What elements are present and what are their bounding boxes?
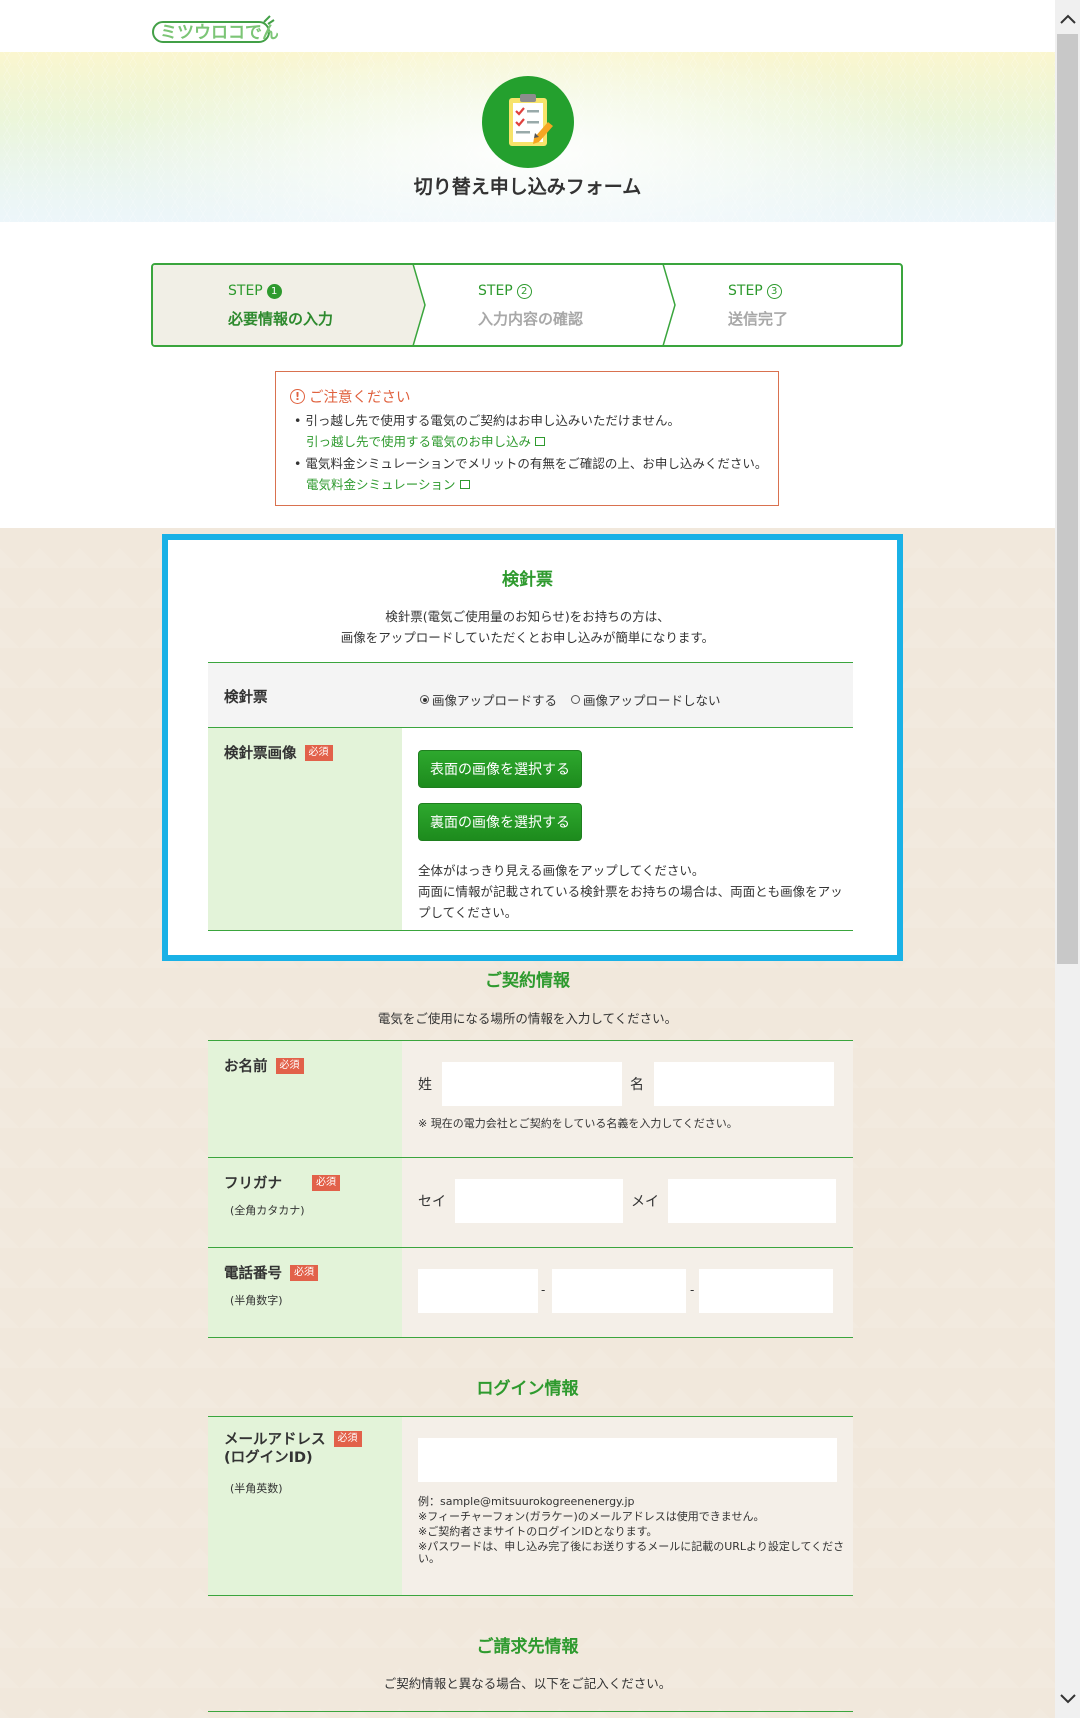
step-1: STEP 1 必要情報の入力 (153, 265, 413, 345)
step-3-title: 送信完了 (728, 310, 789, 328)
phone-dash: - (541, 1283, 546, 1297)
sei-input[interactable] (455, 1179, 623, 1223)
radio-unchecked-icon (571, 695, 580, 704)
phone-dash: - (690, 1283, 695, 1297)
logo-mark-icon: ミツウロコでんき (152, 15, 278, 43)
name-label: お名前 (224, 1059, 268, 1075)
scrollbar-thumb[interactable] (1057, 34, 1078, 964)
notice-item-1: • 引っ越し先で使用する電気のご契約はお申し込みいただけません。 (294, 413, 680, 428)
meter-image-label: 検針票画像 (224, 746, 297, 762)
email-input[interactable] (418, 1438, 837, 1482)
login-section-title: ログイン情報 (476, 1379, 579, 1399)
radio-checked-icon (420, 695, 429, 704)
notice-box: ! ご注意ください • 引っ越し先で使用する電気のご契約はお申し込みいただけません… (275, 371, 779, 506)
name-note: ※ 現在の電力会社とご契約をしている名義を入力してください。 (418, 1117, 738, 1130)
meter-note: 全体がはっきり見える画像をアップしてください。 両面に情報が記載されている検針票を… (418, 863, 843, 920)
form-title: 切り替え申し込みフォーム (413, 176, 642, 198)
divider (208, 1337, 853, 1338)
moving-application-link[interactable]: 引っ越し先で使用する電気のお申し込み (306, 431, 546, 450)
email-label-cell: メールアドレス (ログインID) 必須 (半角英数) (208, 1417, 402, 1595)
first-name-input[interactable] (654, 1062, 834, 1106)
meter-row-label: 検針票 (224, 690, 268, 706)
notice-item-2: • 電気料金シミュレーションでメリットの有無をご確認の上、お申し込みください。 (294, 456, 768, 471)
last-name-input[interactable] (442, 1062, 622, 1106)
required-badge: 必須 (275, 1057, 304, 1074)
sei-label: セイ (418, 1194, 446, 1210)
phone-input-1[interactable] (418, 1269, 538, 1313)
radio-no-upload[interactable]: 画像アップロードしない (571, 690, 721, 709)
divider (208, 1711, 853, 1712)
phone-sub-label: (半角数字) (230, 1294, 283, 1307)
step-2: STEP 2 入力内容の確認 (478, 265, 678, 345)
page-viewport: ミツウロコでんき 切り替え申し込みフォーム STEP1 必要情報の入力 (0, 0, 1055, 1718)
warning-icon: ! (290, 389, 305, 404)
meter-image-label-cell: 検針票画像 必須 (208, 728, 402, 930)
email-label: メールアドレス (224, 1432, 326, 1448)
kana-label: フリガナ (224, 1176, 282, 1192)
step-3-label: STEP (728, 283, 763, 299)
kana-label-cell: フリガナ 必須 (全角カタカナ) (208, 1158, 402, 1247)
step-1-number: 1 (266, 283, 282, 299)
required-badge: 必須 (304, 744, 333, 761)
email-label-login-id: (ログインID) (224, 1450, 313, 1466)
mei-label: メイ (631, 1194, 659, 1210)
step-2-label: STEP (478, 283, 513, 299)
billing-section-title: ご請求先情報 (476, 1637, 579, 1657)
name-label-cell: お名前 必須 (208, 1041, 402, 1157)
simulation-link[interactable]: 電気料金シミュレーション (306, 474, 470, 493)
required-badge: 必須 (333, 1431, 362, 1447)
logo-text: ミツウロコでんき (160, 23, 278, 43)
email-sub-label: (半角英数) (230, 1482, 283, 1495)
contract-desc: 電気をご使用になる場所の情報を入力してください。 (377, 1011, 678, 1026)
required-badge: 必須 (312, 1174, 340, 1191)
phone-input-3[interactable] (699, 1269, 833, 1313)
step-3: STEP 3 送信完了 (728, 265, 898, 345)
step-indicator: STEP 1 必要情報の入力 STEP 2 入力内容の確認 STEP 3 送信完了 (151, 263, 903, 347)
back-image-button[interactable]: 裏面の画像を選択する (418, 803, 582, 841)
step-2-number: 2 (516, 283, 532, 299)
radio-upload[interactable]: 画像アップロードする (420, 690, 557, 709)
billing-desc: ご契約情報と異なる場合、以下をご記入ください。 (383, 1676, 672, 1691)
meter-section-title: 検針票 (502, 570, 553, 590)
kana-sub-label: (全角カタカナ) (230, 1204, 305, 1217)
last-name-label: 姓 (418, 1077, 432, 1093)
step-2-title: 入力内容の確認 (478, 310, 584, 328)
meter-desc-1: 検針票(電気ご使用量のお知らせ)をお持ちの方は、 (385, 609, 670, 624)
step-1-label: STEP (228, 283, 263, 299)
step-separator-icon (400, 265, 426, 345)
step-3-number: 3 (766, 283, 782, 299)
step-separator-icon (662, 265, 676, 345)
front-image-button[interactable]: 表面の画像を選択する (418, 750, 582, 788)
email-notes: 例：sample@mitsuurokogreenenergy.jp ※フィーチャー… (418, 1495, 845, 1565)
clipboard-icon (482, 76, 574, 168)
phone-label-cell: 電話番号 必須 (半角数字) (208, 1248, 402, 1337)
phone-input-2[interactable] (552, 1269, 686, 1313)
phone-label: 電話番号 (224, 1266, 282, 1282)
scroll-down-arrow-icon[interactable] (1055, 1684, 1080, 1714)
required-badge: 必須 (290, 1264, 318, 1281)
step-1-title: 必要情報の入力 (228, 310, 334, 328)
scrollbar[interactable] (1055, 0, 1080, 1718)
logo[interactable]: ミツウロコでんき (152, 14, 278, 46)
external-link-icon (535, 437, 546, 446)
divider (208, 930, 853, 931)
mei-input[interactable] (668, 1179, 836, 1223)
meter-desc-2: 画像をアップロードしていただくとお申し込みが簡単になります。 (340, 630, 715, 645)
notice-title: ご注意ください (309, 390, 411, 406)
first-name-label: 名 (630, 1077, 644, 1093)
external-link-icon (459, 480, 470, 489)
scroll-up-arrow-icon[interactable] (1055, 4, 1080, 34)
divider (208, 1595, 853, 1596)
contract-section-title: ご契約情報 (485, 971, 570, 991)
